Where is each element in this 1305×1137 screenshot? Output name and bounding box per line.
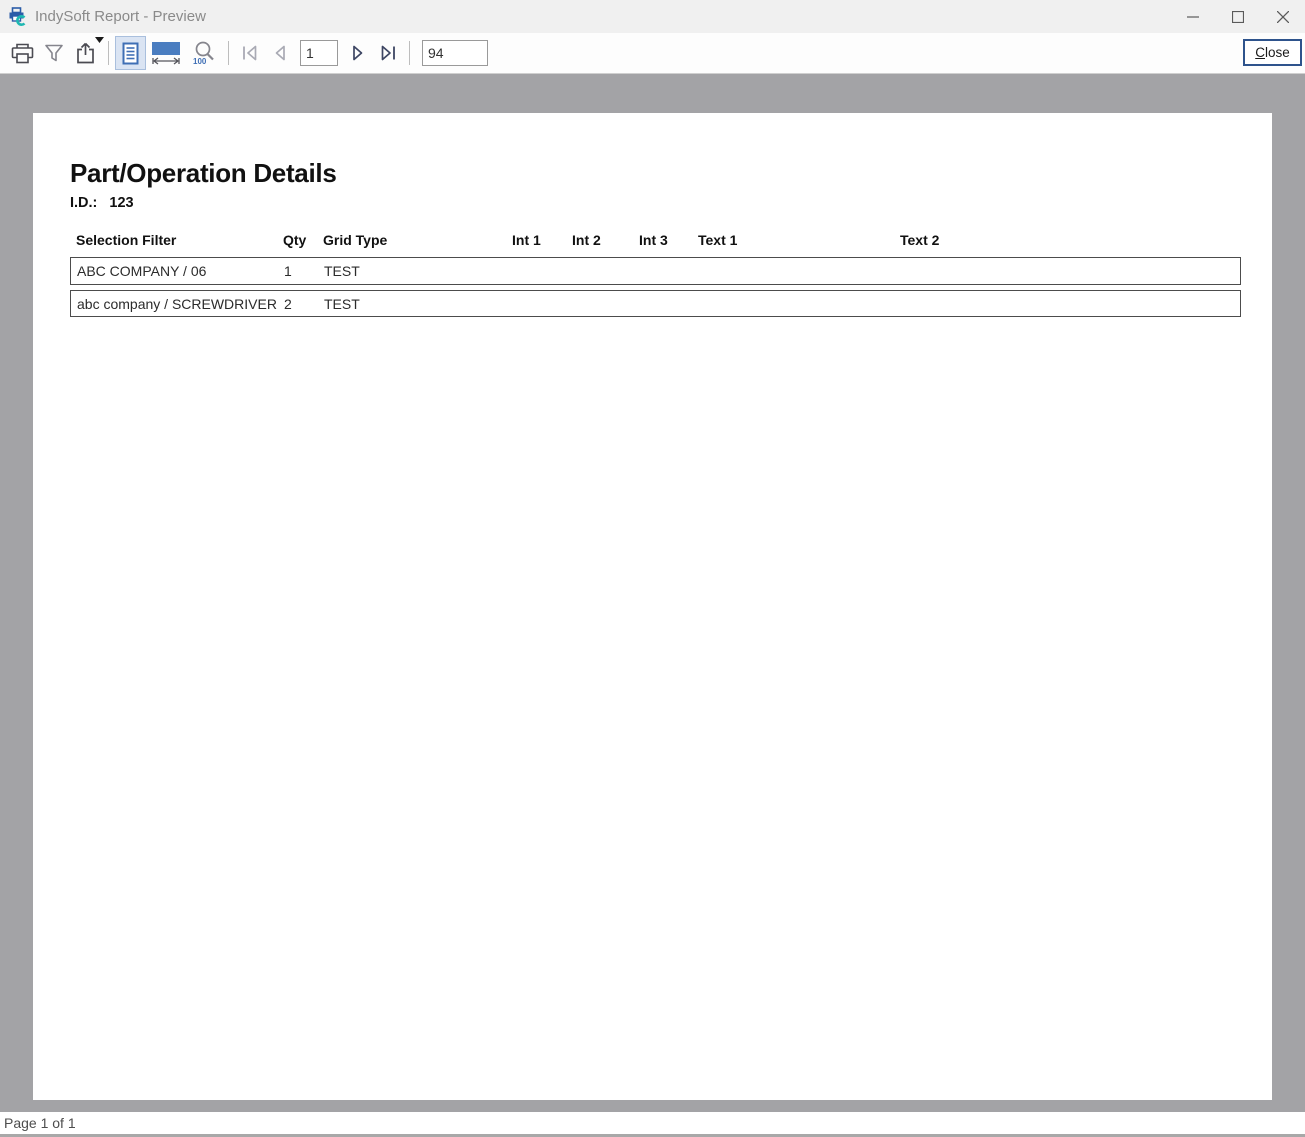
previous-page-icon bbox=[271, 43, 289, 63]
zoom-100-icon: 100 bbox=[191, 40, 217, 66]
minimize-button[interactable] bbox=[1170, 0, 1215, 33]
header-int-1: Int 1 bbox=[512, 232, 572, 248]
page-width-view-button[interactable] bbox=[146, 35, 186, 71]
close-preview-button[interactable]: Close bbox=[1243, 39, 1302, 66]
window-title: IndySoft Report - Preview bbox=[35, 8, 206, 25]
filter-icon bbox=[44, 43, 64, 63]
last-page-icon bbox=[377, 43, 398, 63]
export-button[interactable] bbox=[69, 35, 102, 71]
filter-button[interactable] bbox=[39, 35, 69, 71]
cell-grid-type: TEST bbox=[324, 296, 513, 312]
cell-qty: 2 bbox=[284, 296, 324, 312]
toolbar-separator bbox=[409, 41, 410, 65]
first-page-icon bbox=[240, 43, 261, 63]
toolbar: 100 bbox=[0, 33, 1305, 74]
report-id-value: 123 bbox=[109, 195, 133, 211]
first-page-button[interactable] bbox=[235, 35, 266, 71]
header-selection-filter: Selection Filter bbox=[76, 232, 283, 248]
app-logo-icon bbox=[8, 7, 29, 26]
export-dropdown-caret-icon bbox=[95, 37, 104, 43]
app-window: IndySoft Report - Preview bbox=[0, 0, 1305, 1137]
zoom-100-button[interactable]: 100 bbox=[186, 35, 222, 71]
previous-page-button[interactable] bbox=[266, 35, 294, 71]
whole-page-view-button[interactable] bbox=[115, 36, 146, 70]
export-icon bbox=[74, 42, 97, 64]
table-row: ABC COMPANY / 06 1 TEST bbox=[70, 257, 1241, 285]
page-view-icon bbox=[122, 42, 139, 65]
report-id-label: I.D.: bbox=[70, 195, 97, 211]
header-grid-type: Grid Type bbox=[323, 232, 512, 248]
print-button[interactable] bbox=[6, 35, 39, 71]
page-number-input[interactable] bbox=[300, 40, 338, 66]
minimize-icon bbox=[1187, 16, 1199, 18]
maximize-icon bbox=[1232, 11, 1244, 23]
close-window-button[interactable] bbox=[1260, 0, 1305, 33]
cell-qty: 1 bbox=[284, 263, 324, 279]
header-text-2: Text 2 bbox=[900, 232, 1241, 248]
cell-selection-filter: ABC COMPANY / 06 bbox=[77, 263, 284, 279]
next-page-icon bbox=[349, 43, 367, 63]
header-int-3: Int 3 bbox=[639, 232, 698, 248]
header-qty: Qty bbox=[283, 232, 323, 248]
report-page: Part/Operation Details I.D.: 123 Selectio… bbox=[33, 113, 1272, 1100]
page-count-status: Page 1 of 1 bbox=[4, 1115, 76, 1131]
last-page-button[interactable] bbox=[372, 35, 403, 71]
toolbar-separator bbox=[108, 41, 109, 65]
close-button-label: Close bbox=[1245, 45, 1300, 60]
header-text-1: Text 1 bbox=[698, 232, 900, 248]
preview-canvas: Part/Operation Details I.D.: 123 Selectio… bbox=[0, 74, 1305, 1112]
close-icon bbox=[1277, 11, 1289, 23]
svg-text:100: 100 bbox=[193, 57, 207, 66]
maximize-button[interactable] bbox=[1215, 0, 1260, 33]
cell-grid-type: TEST bbox=[324, 263, 513, 279]
header-int-2: Int 2 bbox=[572, 232, 639, 248]
page-width-icon bbox=[151, 41, 181, 65]
toolbar-separator bbox=[228, 41, 229, 65]
title-bar: IndySoft Report - Preview bbox=[0, 0, 1305, 33]
report-title: Part/Operation Details bbox=[70, 158, 336, 189]
print-icon bbox=[11, 43, 34, 64]
zoom-percent-input[interactable] bbox=[422, 40, 488, 66]
report-id-line: I.D.: 123 bbox=[70, 195, 134, 211]
window-controls bbox=[1170, 0, 1305, 33]
next-page-button[interactable] bbox=[344, 35, 372, 71]
cell-selection-filter: abc company / SCREWDRIVER bbox=[77, 296, 284, 312]
status-bar: Page 1 of 1 bbox=[0, 1112, 1305, 1137]
table-row: abc company / SCREWDRIVER 2 TEST bbox=[70, 290, 1241, 317]
table-header-row: Selection Filter Qty Grid Type Int 1 Int… bbox=[70, 232, 1241, 248]
